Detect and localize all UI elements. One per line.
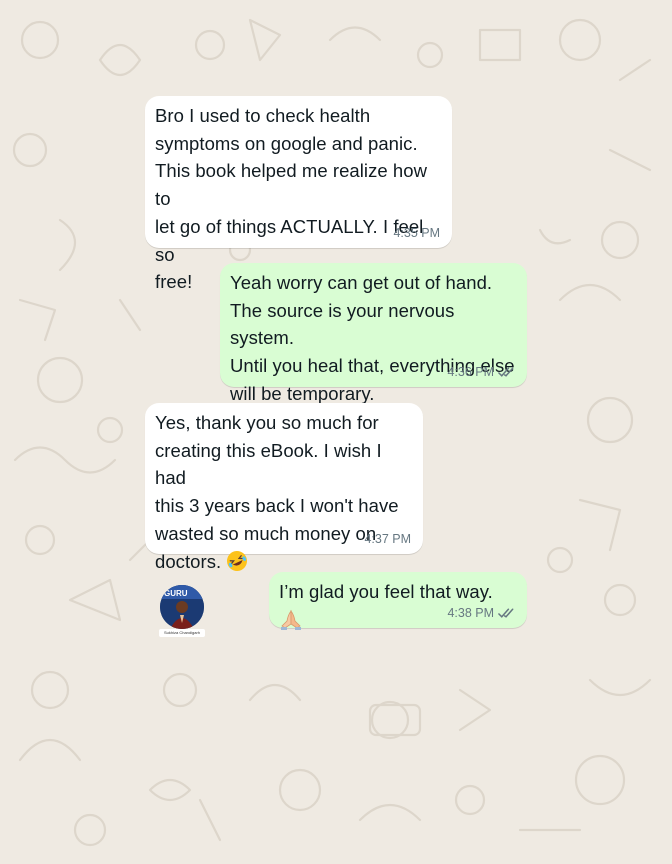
message-bubble-incoming[interactable]: Yes, thank you so much for creating this…	[145, 403, 423, 572]
rolling-on-floor-laughing-icon	[227, 550, 248, 571]
message-time: 4:38 PM	[447, 606, 494, 620]
message-meta: 4:38 PM	[447, 606, 515, 620]
message-meta: 4:35 PM	[393, 226, 440, 240]
message-meta: 4:37 PM	[364, 532, 411, 546]
message-time: 4:37 PM	[364, 532, 411, 546]
message-text: Yeah worry can get out of hand. The sour…	[230, 272, 515, 404]
message-text-body: Yes, thank you so much for creating this…	[155, 412, 399, 572]
message-time: 4:36 PM	[447, 365, 494, 379]
message-bubble-outgoing[interactable]: I’m glad you feel that way. 4:38 PM	[269, 572, 527, 630]
avatar-badge-text: GURU	[164, 589, 188, 598]
message-meta: 4:36 PM	[447, 365, 515, 379]
profile-photo: GURU	[160, 585, 204, 629]
double-check-icon	[498, 607, 514, 618]
avatar[interactable]: GURU	[160, 585, 204, 629]
message-time: 4:35 PM	[393, 226, 440, 240]
folded-hands-icon	[281, 609, 301, 630]
message-text-body: I’m glad you feel that way.	[279, 581, 493, 602]
message-text: Yes, thank you so much for creating this…	[155, 409, 413, 575]
double-check-icon	[498, 366, 514, 377]
message-bubble-outgoing[interactable]: Yeah worry can get out of hand. The sour…	[220, 263, 527, 404]
message-bubble-incoming[interactable]: Bro I used to check health symptoms on g…	[145, 96, 452, 292]
avatar-caption: Sukhiza Chandigarh	[159, 629, 205, 637]
